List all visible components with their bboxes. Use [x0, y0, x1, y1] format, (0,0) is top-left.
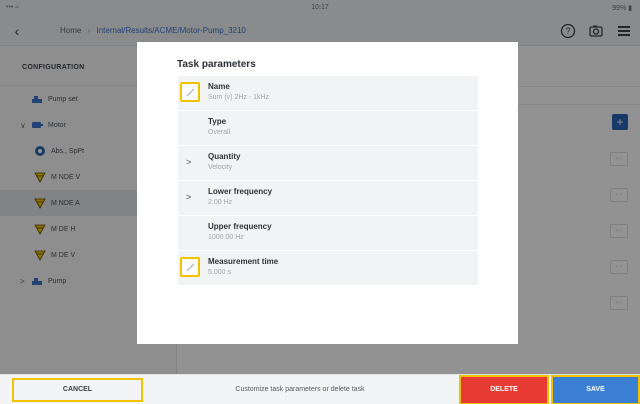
task-parameters-dialog: Task parameters Name Sum (v) 2Hz - 1kHz Ty…: [137, 42, 518, 344]
parameter-label: Type: [208, 117, 227, 126]
hint-text: Customize task parameters or delete task: [235, 386, 365, 393]
parameter-row[interactable]: Name Sum (v) 2Hz - 1kHz: [178, 76, 478, 111]
dialog-title: Task parameters: [177, 59, 256, 70]
edit-button[interactable]: [180, 257, 200, 277]
parameter-label: Measurement time: [208, 257, 279, 266]
parameter-row[interactable]: Measurement time 5.000 s: [178, 251, 478, 286]
parameter-label: Upper frequency: [208, 222, 272, 231]
cancel-button[interactable]: CANCEL: [12, 378, 143, 402]
edit-button[interactable]: [180, 82, 200, 102]
parameter-value: Sum (v) 2Hz - 1kHz: [208, 94, 270, 101]
parameter-label: Lower frequency: [208, 187, 273, 196]
pencil-icon: [186, 263, 195, 272]
chevron-right-icon[interactable]: >: [186, 157, 191, 167]
parameter-row[interactable]: > Lower frequency 2.00 Hz: [178, 181, 478, 216]
parameter-value: 2.00 Hz: [208, 199, 233, 206]
parameter-value: 1000.00 Hz: [208, 234, 244, 241]
parameter-value: 5.000 s: [208, 269, 231, 276]
parameter-row[interactable]: > Quantity Velocity: [178, 146, 478, 181]
pencil-icon: [186, 88, 195, 97]
delete-button[interactable]: DELETE: [459, 375, 549, 404]
parameter-label: Name: [208, 82, 230, 91]
chevron-right-icon[interactable]: >: [186, 192, 191, 202]
parameter-list: Name Sum (v) 2Hz - 1kHz Type Overall > Quanti…: [178, 76, 478, 286]
parameter-row: Type Overall: [178, 111, 478, 146]
parameter-value: Velocity: [208, 164, 233, 171]
save-button[interactable]: SAVE: [551, 375, 640, 404]
parameter-value: Overall: [208, 129, 231, 136]
bottom-action-bar: CANCEL Customize task parameters or dele…: [0, 374, 640, 404]
parameter-label: Quantity: [208, 152, 241, 161]
parameter-row: Upper frequency 1000.00 Hz: [178, 216, 478, 251]
